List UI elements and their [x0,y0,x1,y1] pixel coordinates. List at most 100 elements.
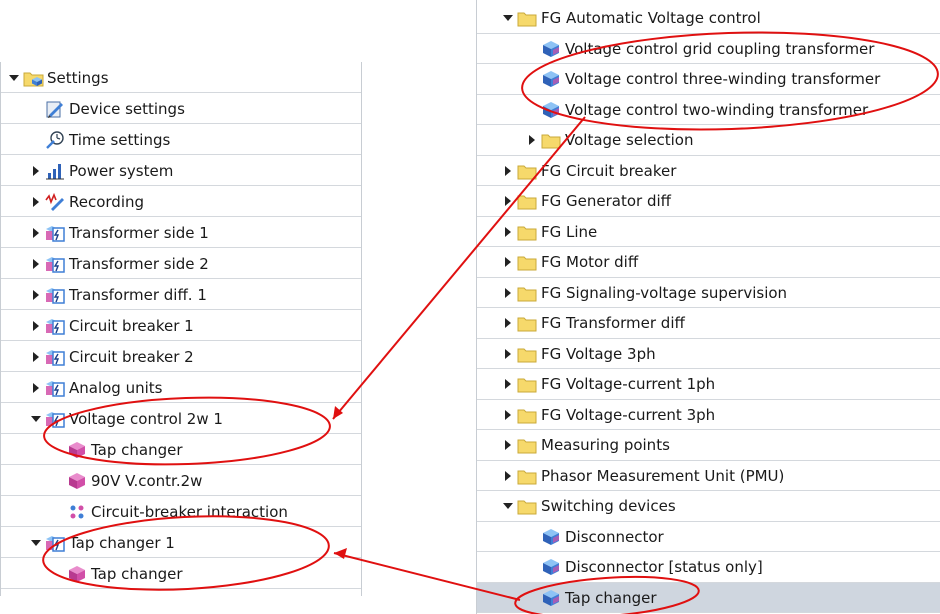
library-tree-item[interactable]: FG Motor diff [477,247,940,278]
library-tree-item[interactable]: FG Circuit breaker [477,156,940,186]
library-tree-item[interactable]: Tap changer [477,582,940,613]
expand-arrow-right-icon[interactable] [503,287,513,298]
settings-tree-item[interactable]: Device settings [1,93,361,124]
settings-tree-item[interactable]: Circuit breaker 2 [1,341,361,372]
settings-tree-item[interactable]: Circuit breaker 1 [1,310,361,341]
tree-item-label: Transformer side 2 [69,254,209,273]
tree-item-label: Switching devices [541,497,676,516]
pink-cube-icon [67,564,87,584]
library-tree-item[interactable]: FG Generator diff [477,186,940,217]
library-tree-item[interactable]: FG Voltage-current 3ph [477,400,940,430]
library-tree-item[interactable]: FG Line [477,217,940,247]
settings-tree-item[interactable]: Settings [1,62,361,93]
expand-arrow-right-icon[interactable] [503,318,513,329]
expand-arrow-right-icon[interactable] [503,409,513,420]
recording-icon [45,192,65,212]
cube-icon [541,557,561,577]
settings-tree-item[interactable]: Power system [1,155,361,186]
tree-item-label: FG Motor diff [541,253,639,272]
settings-tree-item[interactable]: Tap changer [1,558,361,589]
tree-item-label: Measuring points [541,436,670,455]
expand-arrow-down-icon[interactable] [31,538,41,548]
tree-item-label: Time settings [69,130,171,149]
library-tree-item[interactable]: FG Transformer diff [477,308,940,339]
library-tree-item[interactable]: Disconnector [477,522,940,552]
settings-tree-item[interactable]: Transformer side 1 [1,217,361,248]
expand-arrow-right-icon[interactable] [527,135,537,146]
settings-tree-item[interactable]: Time settings [1,124,361,155]
function-group-icon [45,316,65,336]
tree-item-label: Voltage selection [565,131,694,150]
tree-item-label: Analog units [69,378,163,397]
tree-item-label: Voltage control grid coupling transforme… [565,39,875,58]
library-tree-item[interactable]: Phasor Measurement Unit (PMU) [477,461,940,491]
expand-arrow-right-icon[interactable] [503,226,513,237]
library-tree-item[interactable]: FG Automatic Voltage control [477,3,940,34]
settings-tree-item[interactable]: Analog units [1,372,361,403]
library-tree-item[interactable]: Voltage control three-winding transforme… [477,64,940,95]
expand-arrow-right-icon[interactable] [31,320,41,331]
library-tree-item[interactable]: FG Voltage-current 1ph [477,369,940,400]
settings-tree-item[interactable]: Recording [1,186,361,217]
expand-arrow-right-icon[interactable] [503,257,513,268]
folder-icon [517,466,537,486]
tree-item-label: Disconnector [status only] [565,558,763,577]
expand-arrow-right-icon[interactable] [503,379,513,390]
library-tree-item[interactable]: Voltage selection [477,125,940,156]
tree-item-label: FG Circuit breaker [541,161,677,180]
expand-arrow-right-icon[interactable] [503,348,513,359]
pink-cube-icon [67,440,87,460]
expand-arrow-right-icon[interactable] [31,289,41,300]
library-tree-item[interactable]: FG Voltage 3ph [477,339,940,369]
library-tree-item[interactable]: Voltage control grid coupling transforme… [477,34,940,64]
expand-arrow-right-icon[interactable] [503,440,513,451]
expand-arrow-right-icon[interactable] [503,196,513,207]
settings-tree-item[interactable]: 90V V.contr.2w [1,465,361,496]
settings-tree-item[interactable]: Tap changer 1 [1,527,361,558]
library-tree-item[interactable]: Disconnector [status only] [477,552,940,583]
cube-icon [541,69,561,89]
library-tree-item[interactable]: Voltage control two-winding transformer [477,95,940,125]
folder-icon [541,130,561,150]
tree-item-label: FG Voltage 3ph [541,344,656,363]
tree-item-label: Transformer side 1 [69,223,209,242]
expand-arrow-right-icon[interactable] [31,351,41,362]
expand-arrow-right-icon[interactable] [31,196,41,207]
settings-tree-item[interactable]: Transformer diff. 1 [1,279,361,310]
tree-item-label: Circuit breaker 1 [69,316,194,335]
expand-arrow-right-icon[interactable] [31,382,41,393]
folder-icon [517,344,537,364]
tree-item-label: Tap changer 1 [69,533,175,552]
tree-item-label: FG Voltage-current 1ph [541,375,716,394]
tree-item-label: Tap changer [91,564,183,583]
pink-cube-icon [67,471,87,491]
function-group-icon [45,285,65,305]
settings-tree-item[interactable]: Tap changer [1,434,361,465]
library-tree-item[interactable]: Measuring points [477,430,940,461]
function-group-icon [45,378,65,398]
settings-tree-item[interactable]: Voltage control 2w 1 [1,403,361,434]
settings-tree-item[interactable]: Transformer side 2 [1,248,361,279]
expand-arrow-right-icon[interactable] [31,227,41,238]
tree-item-label: FG Signaling-voltage supervision [541,283,788,302]
expand-arrow-down-icon[interactable] [503,13,513,23]
expand-arrow-right-icon[interactable] [503,165,513,176]
expand-arrow-right-icon[interactable] [31,165,41,176]
expand-arrow-down-icon[interactable] [31,414,41,424]
power-system-icon [45,161,65,181]
expand-arrow-right-icon[interactable] [503,470,513,481]
tree-item-label: FG Generator diff [541,192,671,211]
cube-icon [541,588,561,608]
expand-arrow-down-icon[interactable] [503,501,513,511]
tree-item-label: Circuit-breaker interaction [91,502,288,521]
tree-item-label: Voltage control three-winding transforme… [565,70,881,89]
library-tree-item[interactable]: Switching devices [477,491,940,522]
tree-item-label: FG Voltage-current 3ph [541,405,716,424]
expand-arrow-right-icon[interactable] [31,258,41,269]
function-group-icon [45,254,65,274]
tree-item-label: Power system [69,161,174,180]
expand-arrow-down-icon[interactable] [9,73,19,83]
library-tree-item[interactable]: FG Signaling-voltage supervision [477,278,940,308]
settings-tree-item[interactable]: Circuit-breaker interaction [1,496,361,527]
cube-icon [541,39,561,59]
